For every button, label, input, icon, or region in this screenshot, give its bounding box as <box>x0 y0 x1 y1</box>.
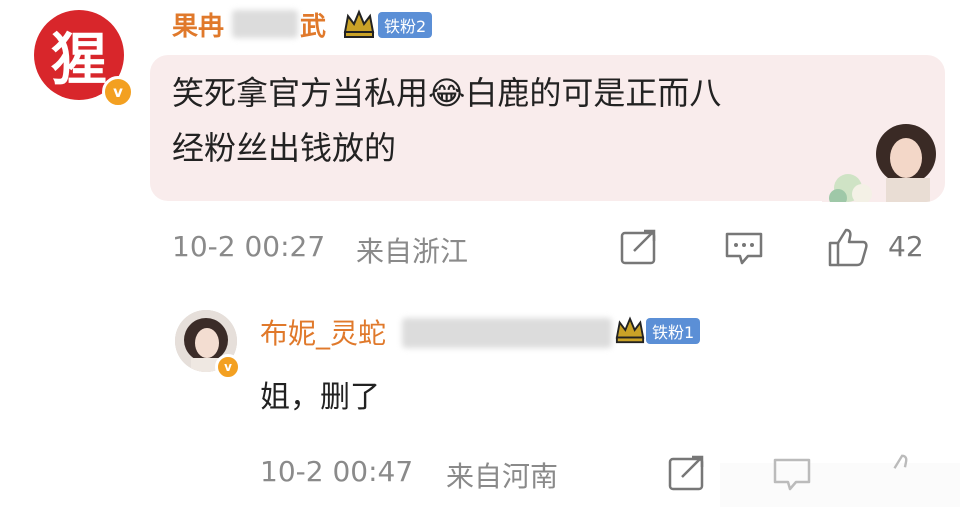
reply-like-thumb-icon[interactable] <box>884 452 924 492</box>
reply-icon[interactable] <box>724 231 764 267</box>
replier-username[interactable]: 布妮_灵蛇 <box>260 312 386 352</box>
watermark-overlay <box>720 463 960 507</box>
reply-crown-icon <box>614 315 646 345</box>
reply-location: 来自河南 <box>446 460 559 493</box>
comment-location: 来自浙江 <box>356 235 469 268</box>
reply-share-icon[interactable] <box>668 455 706 491</box>
like-count: 42 <box>888 230 924 263</box>
crown-icon <box>342 8 376 40</box>
commenter-username[interactable]: 果冉 <box>172 6 224 43</box>
comment-timestamp: 10-2 00:27 <box>172 230 326 263</box>
reply-fan-level-badge: 铁粉1 <box>646 318 701 344</box>
comment-text-line2: 经粉丝出钱放的 <box>172 129 397 167</box>
reply-text: 姐，删了 <box>260 380 380 415</box>
decor-sticker-image <box>822 112 944 202</box>
reply-username-blur <box>402 318 612 348</box>
reply-reply-icon[interactable] <box>772 457 812 493</box>
reply-verified-badge-icon: v <box>215 354 241 380</box>
reply-timestamp: 10-2 00:47 <box>260 455 414 488</box>
share-icon[interactable] <box>620 229 658 265</box>
fan-level-badge: 铁粉2 <box>378 12 433 38</box>
username-blur <box>232 10 298 38</box>
verified-badge-icon: v <box>102 76 134 108</box>
comment-text-line1: 笑死拿官方当私用😂白鹿的可是正而八 <box>172 74 722 112</box>
like-thumb-icon[interactable] <box>827 227 869 267</box>
commenter-username-tail[interactable]: 武 <box>300 6 326 43</box>
